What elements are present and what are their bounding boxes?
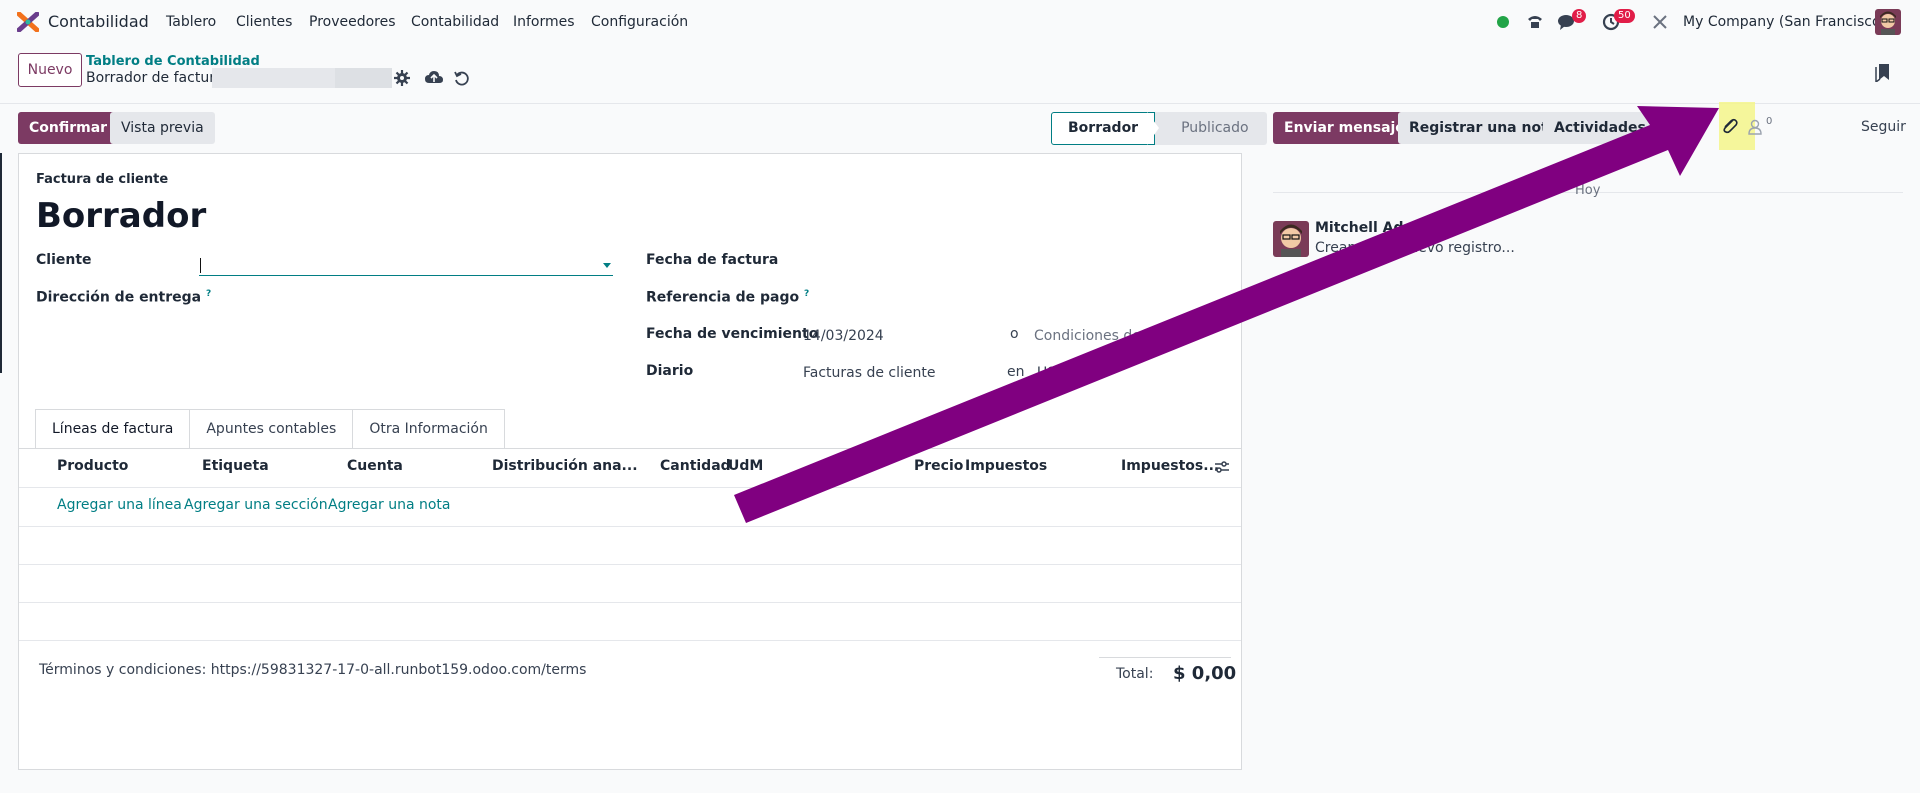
column-etiqueta[interactable]: Etiqueta xyxy=(202,458,269,474)
direccion-entrega-label: Dirección de entrega ? xyxy=(36,289,211,306)
add-line-link[interactable]: Agregar una línea xyxy=(57,497,182,513)
activities-badge: 50 xyxy=(1614,9,1635,23)
column-precio[interactable]: Precio xyxy=(914,458,963,474)
tab-divider xyxy=(19,448,1241,449)
text-cursor xyxy=(200,258,201,273)
cliente-label: Cliente xyxy=(36,252,92,268)
diario-input[interactable]: Facturas de cliente xyxy=(803,365,936,381)
document-type-label: Factura de cliente xyxy=(36,172,169,187)
tab-other-info[interactable]: Otra Información xyxy=(353,409,505,449)
row-divider xyxy=(19,640,1241,641)
discard-undo-icon[interactable] xyxy=(453,69,471,87)
referencia-pago-text: Referencia de pago xyxy=(646,289,800,306)
user-avatar[interactable] xyxy=(1875,9,1901,35)
followers-icon[interactable] xyxy=(1748,119,1762,135)
menu-tablero[interactable]: Tablero xyxy=(166,14,216,30)
cloud-save-icon[interactable] xyxy=(424,69,444,87)
phone-icon[interactable] xyxy=(1525,12,1545,32)
column-udm[interactable]: UdM xyxy=(728,458,763,474)
column-distribucion[interactable]: Distribución ana... xyxy=(492,458,638,474)
paperclip-icon[interactable] xyxy=(1720,116,1740,136)
record-name-redacted-2 xyxy=(335,68,392,88)
message-author[interactable]: Mitchell Admin xyxy=(1315,220,1433,236)
company-switcher[interactable]: My Company (San Francisco) xyxy=(1683,14,1886,30)
bookmark-icon[interactable] xyxy=(1874,62,1892,82)
left-edge-marker xyxy=(0,153,2,373)
condiciones-pago-input[interactable]: Condiciones de pa xyxy=(1034,328,1163,344)
message-body: Creando un nuevo registro... xyxy=(1315,240,1515,256)
top-navbar: Contabilidad Tablero Clientes Proveedore… xyxy=(0,0,1920,44)
row-divider xyxy=(19,564,1241,565)
send-message-button[interactable]: Enviar mensaje xyxy=(1273,112,1416,144)
column-impuestos-total[interactable]: Impuestos... xyxy=(1121,458,1219,474)
column-impuestos[interactable]: Impuestos xyxy=(965,458,1047,474)
preview-button[interactable]: Vista previa xyxy=(110,112,215,144)
total-label: Total: xyxy=(1116,666,1154,682)
referencia-pago-label: Referencia de pago ? xyxy=(646,289,809,306)
status-arrow-divider xyxy=(1147,112,1159,145)
confirm-button[interactable]: Confirmar xyxy=(18,112,119,144)
or-text: o xyxy=(1010,326,1019,342)
debug-tools-icon[interactable] xyxy=(1650,12,1670,32)
control-panel: Nuevo Tablero de Contabilidad Borrador d… xyxy=(0,44,1920,104)
follow-button[interactable]: Seguir xyxy=(1861,119,1906,135)
add-section-link[interactable]: Agregar una sección xyxy=(184,497,328,513)
notebook-tabs: Líneas de factura Apuntes contables Otra… xyxy=(35,409,505,449)
header-divider xyxy=(19,487,1241,488)
help-icon[interactable]: ? xyxy=(206,289,211,299)
presence-status-icon xyxy=(1497,16,1509,28)
activities-button[interactable]: Actividades xyxy=(1543,112,1657,144)
tab-journal-items[interactable]: Apuntes contables xyxy=(190,409,354,449)
column-cantidad[interactable]: Cantidad xyxy=(660,458,731,474)
app-logo-icon[interactable] xyxy=(17,12,39,32)
new-button[interactable]: Nuevo xyxy=(18,53,82,87)
add-note-link[interactable]: Agregar una nota xyxy=(328,497,450,513)
status-draft[interactable]: Borrador xyxy=(1051,112,1156,145)
menu-informes[interactable]: Informes xyxy=(513,14,575,30)
fecha-vencimiento-input[interactable]: 14/03/2024 xyxy=(803,328,884,344)
menu-configuracion[interactable]: Configuración xyxy=(591,14,688,30)
row-divider xyxy=(19,526,1241,527)
chatter-date: Hoy xyxy=(1575,183,1601,198)
diario-label: Diario xyxy=(646,363,694,379)
status-posted[interactable]: Publicado xyxy=(1155,112,1267,145)
terms-and-conditions[interactable]: Términos y condiciones: https://59831327… xyxy=(39,662,586,678)
breadcrumb-current: Borrador de factura xyxy=(86,70,224,86)
menu-contabilidad[interactable]: Contabilidad xyxy=(411,14,499,30)
row-divider xyxy=(19,602,1241,603)
column-cuenta[interactable]: Cuenta xyxy=(347,458,403,474)
help-icon[interactable]: ? xyxy=(804,289,809,299)
followers-count: 0 xyxy=(1766,116,1773,127)
optional-columns-icon[interactable] xyxy=(1214,459,1230,475)
in-text: en xyxy=(1007,364,1025,380)
menu-clientes[interactable]: Clientes xyxy=(236,14,292,30)
menu-proveedores[interactable]: Proveedores xyxy=(309,14,396,30)
message-author-avatar[interactable] xyxy=(1273,221,1309,257)
breadcrumb-parent-link[interactable]: Tablero de Contabilidad xyxy=(86,54,260,69)
gear-icon[interactable] xyxy=(393,69,411,87)
messages-badge: 8 xyxy=(1572,9,1587,23)
fecha-vencimiento-label: Fecha de vencimiento xyxy=(646,326,819,342)
fecha-factura-label: Fecha de factura xyxy=(646,252,779,268)
total-amount: $ 0,00 xyxy=(1173,663,1237,684)
app-name[interactable]: Contabilidad xyxy=(48,12,149,31)
cliente-input[interactable] xyxy=(199,254,613,276)
direccion-entrega-text: Dirección de entrega xyxy=(36,289,202,306)
record-title: Borrador xyxy=(36,196,207,236)
currency-input[interactable]: USD xyxy=(1037,365,1067,381)
column-producto[interactable]: Producto xyxy=(57,458,128,474)
form-sheet: Factura de cliente Borrador Cliente Dire… xyxy=(18,153,1242,770)
total-divider xyxy=(1099,657,1231,658)
search-icon[interactable] xyxy=(1687,119,1703,135)
tab-invoice-lines[interactable]: Líneas de factura xyxy=(35,409,191,449)
chevron-down-icon[interactable] xyxy=(603,263,611,268)
